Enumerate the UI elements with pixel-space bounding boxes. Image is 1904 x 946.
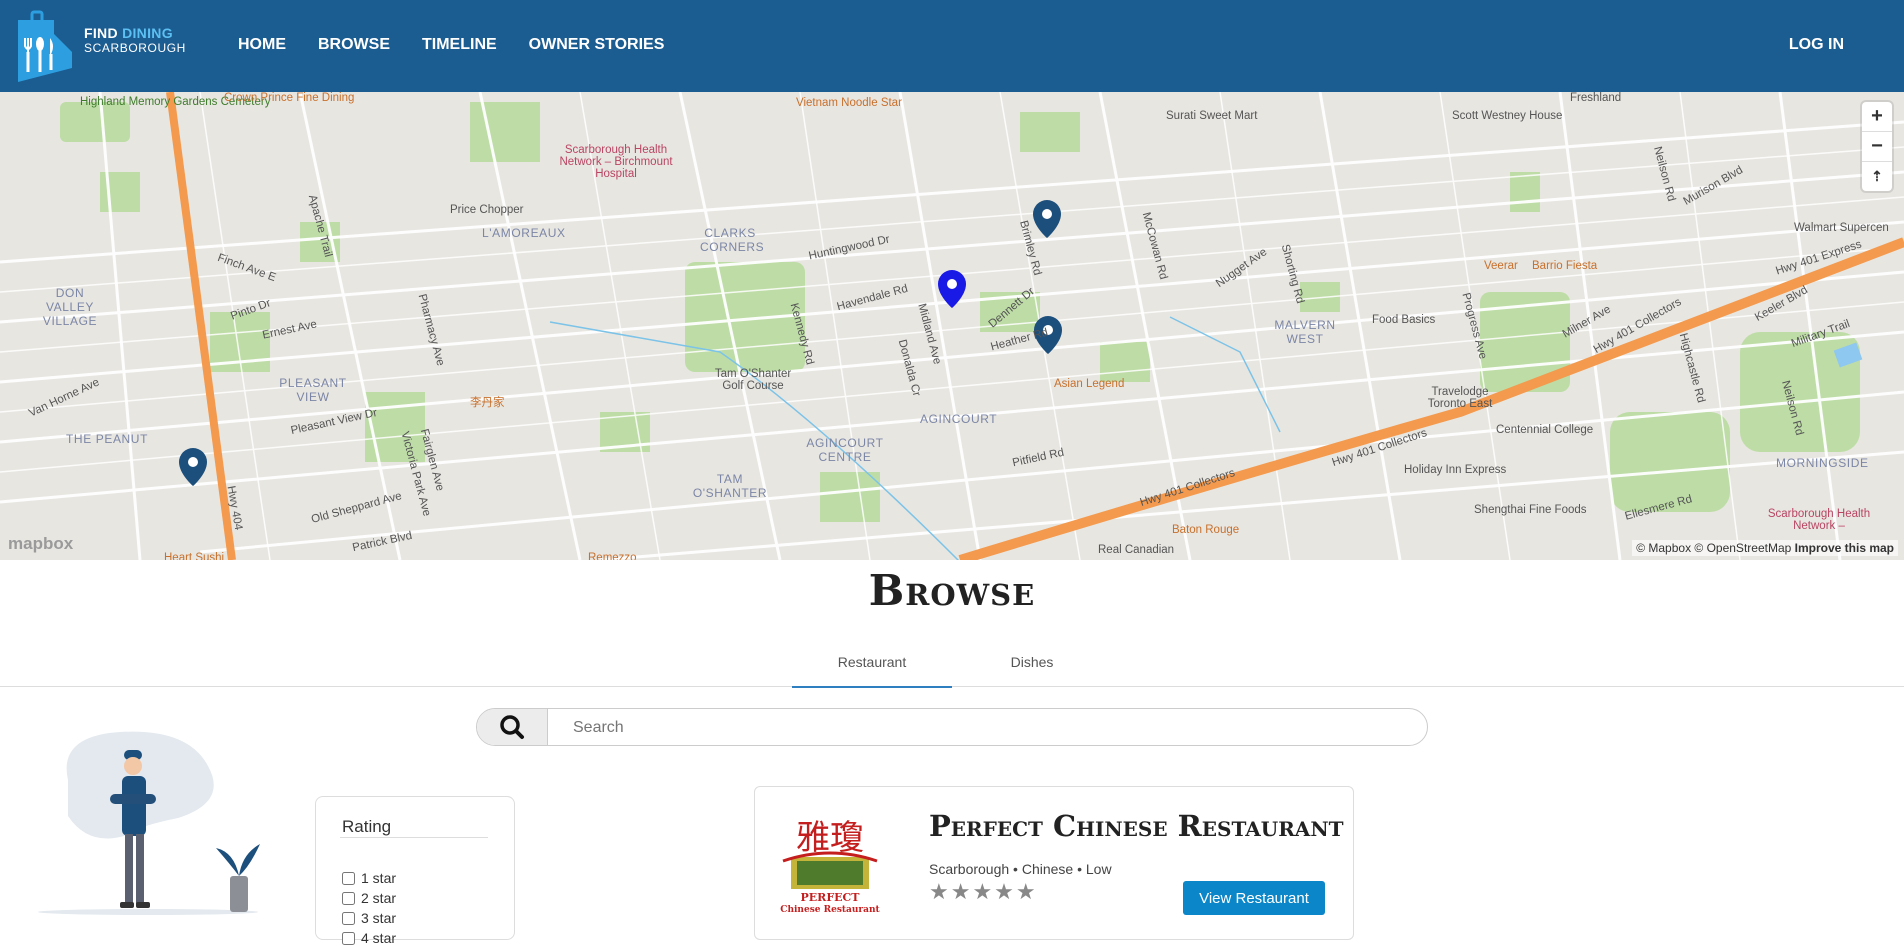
search-bar [476,708,1428,746]
attribution-text[interactable]: © Mapbox © OpenStreetMap [1636,541,1791,555]
map-label: Holiday Inn Express [1404,464,1507,476]
map-label: AGINCOURT [920,412,998,426]
map-label: Baton Rouge [1172,524,1240,536]
tab-dishes[interactable]: Dishes [952,654,1112,670]
map-label: PLEASANT VIEW [279,376,347,404]
map-marker[interactable] [179,448,207,486]
filter-option-label: 2 star [361,890,397,906]
map-label: Scott Westney House [1452,110,1563,122]
tab-restaurant[interactable]: Restaurant [792,654,952,688]
map-label: Food Basics [1372,314,1436,326]
top-nav: FIND DINING SCARBOROUGH HOME BROWSE TIME… [0,0,1904,92]
map-label: Scarborough Health Network – [1767,508,1871,532]
map-label: AGINCOURT CENTRE [806,436,884,464]
map-marker[interactable] [1033,200,1061,238]
view-restaurant-button[interactable]: View Restaurant [1183,881,1325,915]
logo-chinese-text: 雅瓊 [796,818,864,858]
filter-title: Rating [342,817,392,836]
rating-filter: Rating 1 star 2 star 3 star 4 star [315,796,515,946]
filter-option-1-star[interactable]: 1 star [342,870,396,886]
map-label: Shengthai Fine Foods [1474,504,1587,516]
page-title: Browse [868,566,1036,615]
mapbox-logo[interactable]: mapbox [8,534,73,554]
filter-option-2-star[interactable]: 2 star [342,890,396,906]
browse-tabs: Restaurant Dishes [0,642,1904,688]
map-label: MORNINGSIDE [1776,456,1869,470]
map-label: Freshland [1570,92,1622,104]
chef-illustration [38,731,260,915]
checkbox[interactable] [342,872,355,885]
brand-name[interactable]: FIND DINING SCARBOROUGH [84,26,186,56]
search-button[interactable] [477,709,548,745]
brand-scarborough: SCARBOROUGH [84,41,186,55]
map-label: Tam O'Shanter Golf Course [714,368,792,392]
map-label: Centennial College [1496,424,1594,436]
improve-map-link[interactable]: Improve this map [1795,541,1894,555]
filter-option-3-star[interactable]: 3 star [342,910,396,926]
filter-option-4-star[interactable]: 4 star [342,930,396,946]
nav-browse[interactable]: BROWSE [318,36,390,54]
zoom-out-button[interactable]: − [1862,132,1892,162]
brand-dining: DINING [122,25,173,41]
map-label: 李丹家 [470,397,505,409]
map-label: L'AMOREAUX [482,226,566,240]
map-label: Asian Legend [1054,378,1125,390]
map-label: Barrio Fiesta [1532,260,1598,272]
checkbox[interactable] [342,932,355,945]
find-dining-logo[interactable] [14,8,76,84]
map-label: Price Chopper [450,204,524,216]
map-label: Vietnam Noodle Star [796,97,902,109]
map-label: DON VALLEY VILLAGE [42,286,98,328]
restaurant-name[interactable]: Perfect Chinese Restaurant [929,809,1344,843]
zoom-in-button[interactable]: + [1862,102,1892,132]
map-label: Travelodge Toronto East [1427,386,1493,410]
search-icon [500,715,524,739]
map-label: Crown Prince Fine Dining [224,92,355,104]
filter-option-label: 4 star [361,930,397,946]
compass-icon[interactable]: ⇡ [1862,162,1892,191]
filter-option-label: 1 star [361,870,397,886]
rating-stars: ★★★★★ [929,879,1038,904]
map-label: THE PEANUT [66,432,149,446]
restaurant-map[interactable]: Highland Memory Gardens Cemetery Crown P… [0,92,1904,560]
map-label: Real Canadian [1098,544,1175,556]
map-controls: + − ⇡ [1862,102,1892,191]
checkbox[interactable] [342,912,355,925]
checkbox[interactable] [342,892,355,905]
map-attribution: © Mapbox © OpenStreetMap Improve this ma… [1632,540,1898,556]
nav-timeline[interactable]: TIMELINE [422,36,497,54]
map-label: CLARKS CORNERS [700,226,765,254]
map-label: Scarborough Health Network – Birchmount … [559,144,673,180]
nav-owner-stories[interactable]: OWNER STORIES [529,36,665,54]
login-link[interactable]: LOG IN [1789,36,1844,54]
map-label: MALVERN WEST [1274,318,1336,346]
main-nav: HOME BROWSE TIMELINE OWNER STORIES [238,36,696,54]
restaurant-logo: 雅瓊 PERFECT Chinese Restaurant [780,818,880,915]
brand-find: FIND [84,25,118,41]
map-label: Remezzo [588,552,637,560]
map-label: TAM O'SHANTER [692,472,768,500]
logo-chinese-restaurant-text: Chinese Restaurant [780,905,880,915]
filter-option-label: 3 star [361,910,397,926]
map-label: Heart Sushi [164,552,225,560]
restaurant-meta: Scarborough • Chinese • Low [929,861,1112,877]
map-label: Veerar [1484,260,1518,272]
search-input[interactable] [549,709,1427,745]
map-label: Walmart Supercen [1794,222,1889,234]
map-label: Surati Sweet Mart [1166,110,1258,122]
nav-home[interactable]: HOME [238,36,286,54]
logo-perfect-text: PERFECT [801,891,861,904]
filter-divider [340,837,488,838]
restaurant-card: 雅瓊 PERFECT Chinese Restaurant Perfect Ch… [754,786,1354,940]
